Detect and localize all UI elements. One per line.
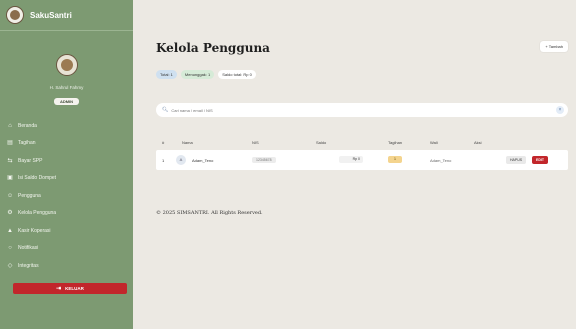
edit-button[interactable]: HAPUS: [506, 156, 527, 164]
sidebar-item-tagihan[interactable]: ▤ Tagihan: [0, 135, 133, 153]
sidebar-item-isi-saldo[interactable]: ▣ Isi Saldo Dompet: [0, 170, 133, 188]
profile-name: H. Sahrul Fahmy: [49, 85, 84, 90]
sidebar-item-label: Beranda: [18, 122, 37, 129]
row-number: 1: [162, 158, 165, 163]
saldo-chip: Saldo total: Rp 0: [218, 70, 256, 79]
divider: [0, 30, 133, 31]
column-header-no: #: [162, 140, 165, 145]
sidebar-item-pengguna[interactable]: ☺ Pengguna: [0, 187, 133, 205]
sidebar-item-label: Kelola Pengguna: [18, 210, 57, 217]
user-settings-icon: ⚙: [7, 210, 13, 217]
brand[interactable]: SakuSantri: [0, 0, 133, 30]
shield-icon: ◇: [7, 262, 13, 269]
logo-icon: [6, 6, 24, 24]
table-row[interactable]: 1 A Adam_Teno 12345678 Rp 0 1 Adam_Teno …: [156, 150, 568, 170]
search-icon: 🔍︎: [162, 107, 169, 113]
total-chip: Total: 1: [156, 70, 177, 79]
delete-button[interactable]: EDIT: [532, 156, 548, 164]
sidebar-item-label: Kasir Koperasi: [18, 227, 51, 234]
home-icon: ⌂: [8, 122, 12, 129]
table-header: # Nama NIS Saldo Tagihan Wali Aksi: [156, 138, 568, 148]
footer-copyright: © 2025 SIMSANTRI. All Rights Reserved.: [156, 210, 263, 216]
sidebar-item-kasir-koperasi[interactable]: ▲ Kasir Koperasi: [0, 222, 133, 240]
column-header-saldo: Saldo: [316, 140, 327, 145]
main-content: Kelola Pengguna + Tambah Total: 1 Menung…: [133, 0, 576, 329]
avatar: [55, 54, 78, 76]
user-avatar: A: [176, 155, 186, 165]
sidebar-item-label: Isi Saldo Dompet: [18, 175, 57, 182]
saldo-value: Rp 0: [339, 156, 363, 163]
sidebar-menu: ⌂ Beranda ▤ Tagihan ⇆ Bayar SPP ▣ Isi Sa…: [0, 117, 133, 275]
nis-value: 12345678: [252, 157, 276, 163]
sidebar-item-label: Integritas: [18, 262, 39, 269]
logout-button[interactable]: ⇥ KELUAR: [13, 283, 127, 294]
file-icon: ▤: [7, 140, 13, 147]
search-bar: 🔍︎ ×: [156, 103, 568, 117]
sidebar: SakuSantri H. Sahrul Fahmy ADMIN ⌂ Beran…: [0, 0, 133, 329]
column-header-aksi: Aksi: [474, 140, 482, 145]
bell-icon: ○: [8, 245, 12, 252]
profile: H. Sahrul Fahmy ADMIN: [0, 54, 133, 108]
users-icon: ☺: [7, 192, 14, 199]
column-header-nama: Nama: [182, 140, 193, 145]
arrows-icon: ⇆: [7, 157, 13, 164]
tunggakan-chip: Menunggak: 1: [180, 70, 215, 79]
column-header-wali: Wali: [430, 140, 438, 145]
logout-icon: ⇥: [56, 286, 62, 292]
sidebar-item-label: Bayar SPP: [18, 157, 43, 164]
brand-name: SakuSantri: [30, 10, 72, 20]
sidebar-item-label: Notifikasi: [18, 245, 39, 252]
sidebar-item-bayar-spp[interactable]: ⇆ Bayar SPP: [0, 152, 133, 170]
sidebar-item-kelola-pengguna[interactable]: ⚙ Kelola Pengguna: [0, 205, 133, 223]
logout-label: KELUAR: [65, 286, 84, 291]
sidebar-item-integritas[interactable]: ◇ Integritas: [0, 257, 133, 275]
add-user-button[interactable]: + Tambah: [540, 41, 568, 52]
column-header-nis: NIS: [252, 140, 259, 145]
cashier-icon: ▲: [7, 227, 13, 234]
wallet-icon: ▣: [7, 175, 13, 182]
tagihan-badge: 1: [388, 156, 402, 163]
wali-value: Adam_Teno: [430, 158, 452, 163]
clear-search-button[interactable]: ×: [556, 106, 564, 114]
page-title: Kelola Pengguna: [156, 41, 270, 55]
user-name: Adam_Teno: [192, 158, 214, 163]
summary-chips: Total: 1 Menunggak: 1 Saldo total: Rp 0: [156, 70, 256, 79]
sidebar-item-label: Tagihan: [18, 140, 36, 147]
sidebar-item-label: Pengguna: [18, 192, 41, 199]
role-badge: ADMIN: [53, 98, 80, 105]
sidebar-item-notifikasi[interactable]: ○ Notifikasi: [0, 240, 133, 258]
column-header-tagihan: Tagihan: [388, 140, 403, 145]
search-input[interactable]: [171, 107, 532, 113]
sidebar-item-beranda[interactable]: ⌂ Beranda: [0, 117, 133, 135]
